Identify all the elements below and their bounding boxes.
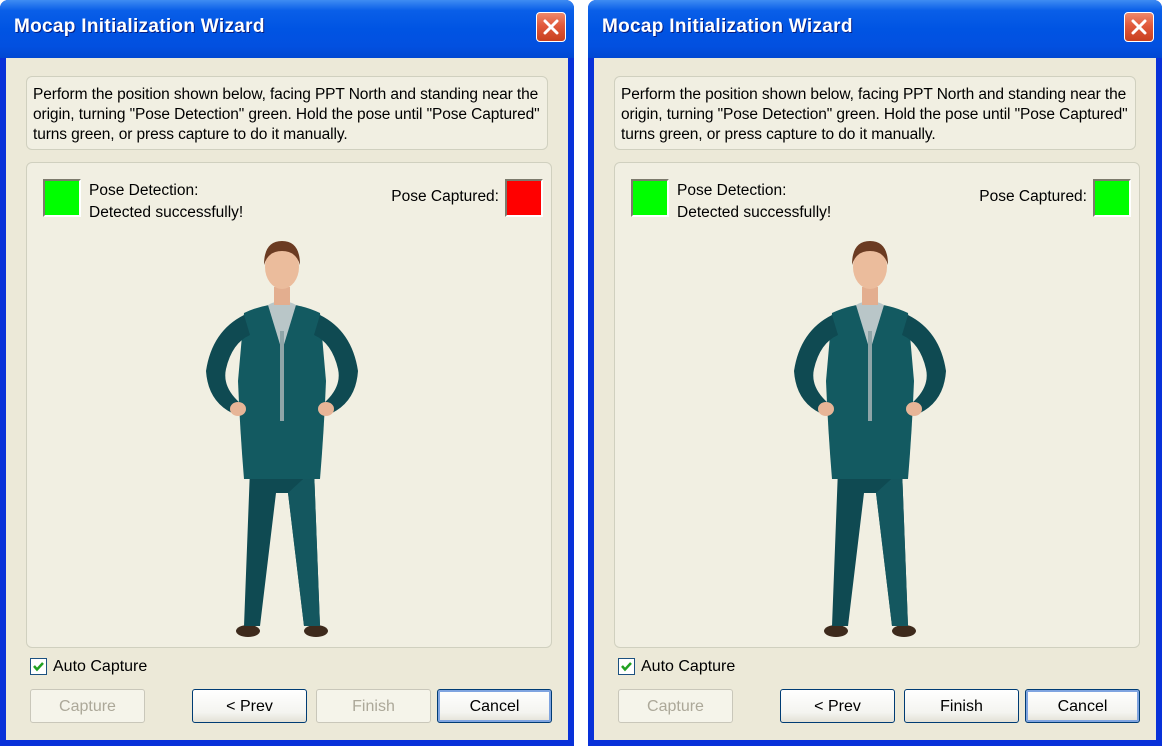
pose-detection-status: Detected successfully! xyxy=(677,204,832,221)
capture-button[interactable]: Capture xyxy=(618,689,733,723)
pose-detection-title: Pose Detection: xyxy=(677,182,787,199)
auto-capture-checkbox[interactable] xyxy=(618,658,635,675)
close-button[interactable] xyxy=(1124,12,1154,42)
prev-button[interactable]: < Prev xyxy=(192,689,307,723)
finish-button[interactable]: Finish xyxy=(904,689,1019,723)
wizard-client-area: Perform the position shown below, facing… xyxy=(594,58,1156,740)
checkmark-icon xyxy=(33,662,44,672)
pose-detection-indicator xyxy=(43,179,81,217)
cancel-button[interactable]: Cancel xyxy=(1025,689,1140,723)
wizard-window-pose-pending: Mocap Initialization Wizard Perform the … xyxy=(0,0,574,746)
pose-detection-label: Pose Detection: Detected successfully! xyxy=(89,180,243,224)
window-title: Mocap Initialization Wizard xyxy=(602,16,853,37)
auto-capture-label[interactable]: Auto Capture xyxy=(53,658,147,676)
close-icon xyxy=(1131,19,1147,35)
pose-detection-title: Pose Detection: xyxy=(89,182,199,199)
finish-button[interactable]: Finish xyxy=(316,689,431,723)
cancel-button[interactable]: Cancel xyxy=(437,689,552,723)
checkmark-icon xyxy=(621,662,632,672)
title-bar[interactable]: Mocap Initialization Wizard xyxy=(588,0,1162,58)
close-icon xyxy=(543,19,559,35)
pose-captured-indicator xyxy=(505,179,543,217)
wizard-window-pose-captured: Mocap Initialization Wizard Perform the … xyxy=(588,0,1162,746)
pose-panel: Pose Detection: Detected successfully! P… xyxy=(26,162,552,648)
pose-detection-label: Pose Detection: Detected successfully! xyxy=(677,180,831,224)
wizard-client-area: Perform the position shown below, facing… xyxy=(6,58,568,740)
auto-capture-checkbox[interactable] xyxy=(30,658,47,675)
pose-captured-label: Pose Captured: xyxy=(391,188,499,205)
pose-panel: Pose Detection: Detected successfully! P… xyxy=(614,162,1140,648)
pose-detection-indicator xyxy=(631,179,669,217)
instructions-text: Perform the position shown below, facing… xyxy=(614,76,1136,150)
window-title: Mocap Initialization Wizard xyxy=(14,16,265,37)
capture-button[interactable]: Capture xyxy=(30,689,145,723)
pose-captured-label: Pose Captured: xyxy=(979,188,1087,205)
prev-button[interactable]: < Prev xyxy=(780,689,895,723)
pose-captured-indicator xyxy=(1093,179,1131,217)
auto-capture-label[interactable]: Auto Capture xyxy=(641,658,735,676)
pose-figure-image xyxy=(794,241,946,637)
instructions-text: Perform the position shown below, facing… xyxy=(26,76,548,150)
pose-figure-image xyxy=(206,241,358,637)
close-button[interactable] xyxy=(536,12,566,42)
title-bar[interactable]: Mocap Initialization Wizard xyxy=(0,0,574,58)
pose-detection-status: Detected successfully! xyxy=(89,204,244,221)
